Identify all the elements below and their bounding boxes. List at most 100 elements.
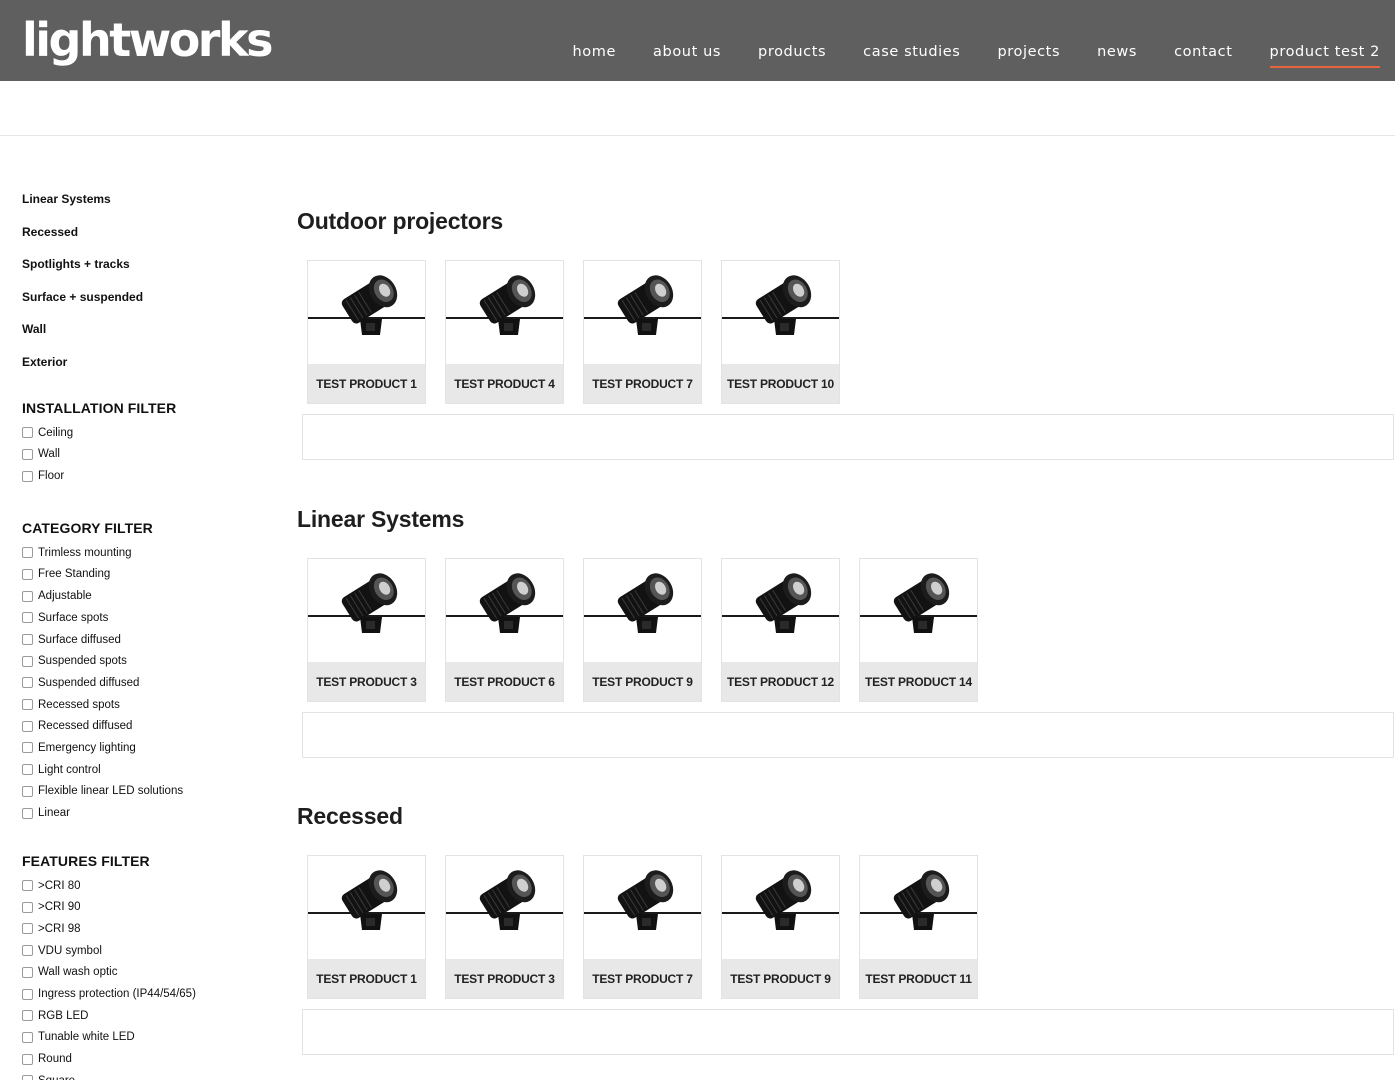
category-link-surface-suspended[interactable]: Surface + suspended (22, 288, 272, 321)
spotlight-image[interactable] (722, 856, 839, 960)
filter-checkbox[interactable] (22, 764, 33, 776)
product-card[interactable]: TEST PRODUCT 7 (583, 260, 702, 404)
filter-option-light-control[interactable]: Light control (22, 759, 272, 781)
product-name[interactable]: TEST PRODUCT 9 (584, 662, 701, 701)
filter-option-wall[interactable]: Wall (22, 444, 272, 466)
filter-option-surface-diffused[interactable]: Surface diffused (22, 629, 272, 651)
filter-option-vdu-symbol[interactable]: VDU symbol (22, 940, 272, 962)
filter-checkbox[interactable] (22, 427, 33, 439)
product-name[interactable]: TEST PRODUCT 1 (308, 364, 425, 403)
filter-checkbox[interactable] (22, 880, 33, 892)
product-name[interactable]: TEST PRODUCT 7 (584, 959, 701, 998)
filter-checkbox[interactable] (22, 807, 33, 819)
product-card[interactable]: TEST PRODUCT 4 (445, 260, 564, 404)
product-name[interactable]: TEST PRODUCT 3 (446, 959, 563, 998)
product-name[interactable]: TEST PRODUCT 11 (860, 959, 977, 998)
filter-option-suspended-spots[interactable]: Suspended spots (22, 650, 272, 672)
spotlight-image[interactable] (722, 559, 839, 663)
filter-option-adjustable[interactable]: Adjustable (22, 585, 272, 607)
filter-option-ingress-protection-ip44-54-65[interactable]: Ingress protection (IP44/54/65) (22, 983, 272, 1005)
filter-checkbox[interactable] (22, 655, 33, 667)
spotlight-image[interactable] (722, 261, 839, 365)
product-card[interactable]: TEST PRODUCT 6 (445, 558, 564, 702)
nav-item-news[interactable]: news (1097, 44, 1137, 68)
filter-option-suspended-diffused[interactable]: Suspended diffused (22, 672, 272, 694)
spotlight-image[interactable] (308, 261, 425, 365)
filter-checkbox[interactable] (22, 1010, 33, 1022)
filter-checkbox[interactable] (22, 568, 33, 580)
filter-option-linear[interactable]: Linear (22, 802, 272, 824)
nav-item-contact[interactable]: contact (1174, 44, 1232, 68)
filter-checkbox[interactable] (22, 1053, 33, 1065)
filter-option-trimless-mounting[interactable]: Trimless mounting (22, 542, 272, 564)
product-name[interactable]: TEST PRODUCT 4 (446, 364, 563, 403)
filter-checkbox[interactable] (22, 634, 33, 645)
filter-checkbox[interactable] (22, 742, 33, 754)
spotlight-image[interactable] (584, 559, 701, 663)
filter-checkbox[interactable] (22, 590, 33, 602)
filter-checkbox[interactable] (22, 699, 33, 711)
product-card[interactable]: TEST PRODUCT 1 (307, 855, 426, 999)
product-name[interactable]: TEST PRODUCT 10 (722, 364, 839, 403)
category-link-linear-systems[interactable]: Linear Systems (22, 190, 272, 223)
spotlight-image[interactable] (308, 559, 425, 663)
filter-checkbox[interactable] (22, 1031, 33, 1043)
product-card[interactable]: TEST PRODUCT 14 (859, 558, 978, 702)
product-name[interactable]: TEST PRODUCT 9 (722, 959, 839, 998)
filter-option-ceiling[interactable]: Ceiling (22, 422, 272, 444)
spotlight-image[interactable] (584, 856, 701, 960)
product-name[interactable]: TEST PRODUCT 3 (308, 662, 425, 701)
filter-option-round[interactable]: Round (22, 1048, 272, 1070)
filter-option-cri-98[interactable]: >CRI 98 (22, 918, 272, 940)
product-name[interactable]: TEST PRODUCT 14 (860, 662, 977, 701)
filter-checkbox[interactable] (22, 785, 33, 797)
nav-item-product-test-2[interactable]: product test 2 (1269, 44, 1380, 68)
product-card[interactable]: TEST PRODUCT 3 (445, 855, 564, 999)
spotlight-image[interactable] (584, 261, 701, 365)
product-card[interactable]: TEST PRODUCT 10 (721, 260, 840, 404)
filter-checkbox[interactable] (22, 966, 33, 978)
product-card[interactable]: TEST PRODUCT 7 (583, 855, 702, 999)
filter-option-cri-80[interactable]: >CRI 80 (22, 875, 272, 897)
product-card[interactable]: TEST PRODUCT 11 (859, 855, 978, 999)
nav-item-products[interactable]: products (758, 44, 826, 68)
nav-item-projects[interactable]: projects (997, 44, 1060, 68)
product-name[interactable]: TEST PRODUCT 1 (308, 959, 425, 998)
filter-option-emergency-lighting[interactable]: Emergency lighting (22, 737, 272, 759)
filter-checkbox[interactable] (22, 448, 33, 460)
spotlight-image[interactable] (860, 856, 977, 960)
spotlight-image[interactable] (308, 856, 425, 960)
category-link-recessed[interactable]: Recessed (22, 223, 272, 256)
filter-checkbox[interactable] (22, 720, 33, 732)
filter-checkbox[interactable] (22, 945, 33, 957)
product-card[interactable]: TEST PRODUCT 12 (721, 558, 840, 702)
spotlight-image[interactable] (446, 856, 563, 960)
filter-option-floor[interactable]: Floor (22, 465, 272, 487)
nav-item-case-studies[interactable]: case studies (863, 44, 960, 68)
product-card[interactable]: TEST PRODUCT 9 (583, 558, 702, 702)
product-name[interactable]: TEST PRODUCT 12 (722, 662, 839, 701)
filter-option-flexible-linear-led-solutions[interactable]: Flexible linear LED solutions (22, 780, 272, 802)
product-card[interactable]: TEST PRODUCT 9 (721, 855, 840, 999)
product-card[interactable]: TEST PRODUCT 1 (307, 260, 426, 404)
category-link-wall[interactable]: Wall (22, 320, 272, 353)
filter-option-rgb-led[interactable]: RGB LED (22, 1005, 272, 1027)
spotlight-image[interactable] (446, 559, 563, 663)
filter-option-square[interactable]: Square (22, 1070, 272, 1080)
site-logo[interactable]: lightworks (22, 12, 273, 68)
category-link-spotlights-tracks[interactable]: Spotlights + tracks (22, 255, 272, 288)
category-link-exterior[interactable]: Exterior (22, 353, 272, 386)
filter-checkbox[interactable] (22, 923, 33, 935)
filter-option-recessed-spots[interactable]: Recessed spots (22, 694, 272, 716)
filter-option-surface-spots[interactable]: Surface spots (22, 607, 272, 629)
product-name[interactable]: TEST PRODUCT 6 (446, 662, 563, 701)
spotlight-image[interactable] (860, 559, 977, 663)
filter-option-wall-wash-optic[interactable]: Wall wash optic (22, 961, 272, 983)
filter-option-cri-90[interactable]: >CRI 90 (22, 896, 272, 918)
filter-option-tunable-white-led[interactable]: Tunable white LED (22, 1027, 272, 1049)
product-card[interactable]: TEST PRODUCT 3 (307, 558, 426, 702)
filter-option-free-standing[interactable]: Free Standing (22, 564, 272, 586)
spotlight-image[interactable] (446, 261, 563, 365)
filter-checkbox[interactable] (22, 470, 33, 482)
filter-option-recessed-diffused[interactable]: Recessed diffused (22, 715, 272, 737)
